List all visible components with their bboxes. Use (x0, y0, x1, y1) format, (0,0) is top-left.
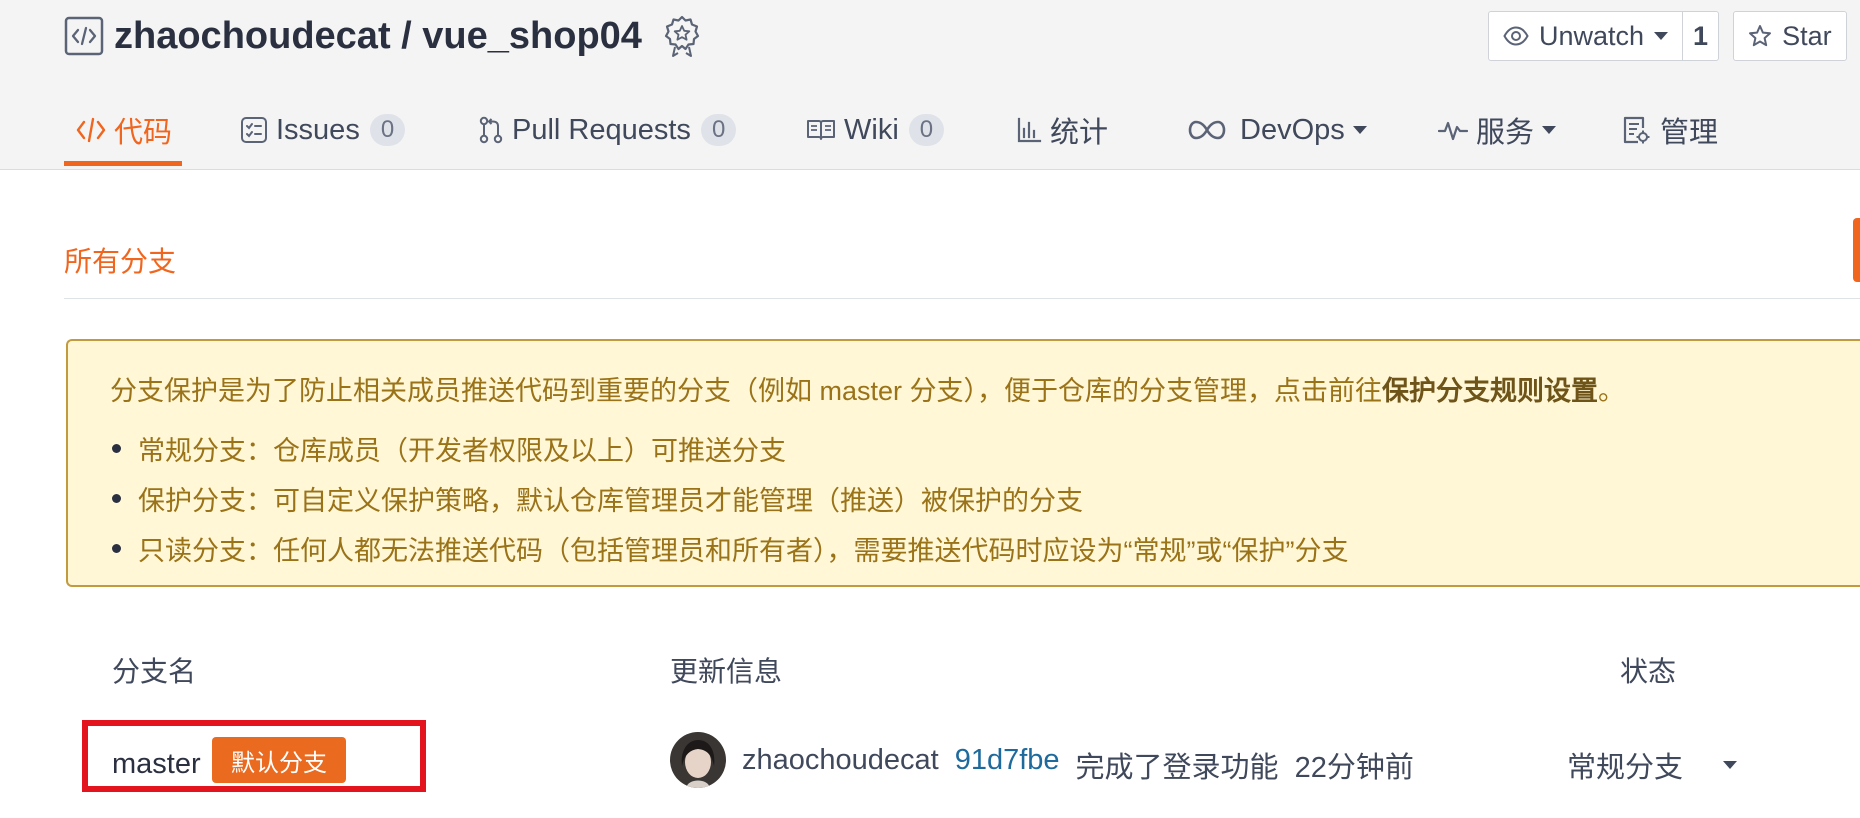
side-panel-edge (1853, 218, 1860, 282)
branch-status-value: 常规分支 (1567, 752, 1684, 784)
chevron-down-icon (1723, 761, 1738, 769)
tab-pull-requests[interactable]: Pull Requests 0 (478, 96, 737, 164)
protection-rules-link[interactable]: 保护分支规则设置 (1382, 376, 1598, 406)
issues-count-badge: 0 (369, 114, 406, 146)
bar-chart-icon (1017, 117, 1042, 143)
repo-actions: Unwatch 1 Star (1488, 11, 1860, 61)
repo-title-row: zhaochoudecat / vue_shop04 (64, 12, 702, 60)
repo-title[interactable]: zhaochoudecat / vue_shop04 (114, 15, 642, 58)
award-badge-icon[interactable] (662, 14, 702, 58)
notice-intro-text: 分支保护是为了防止相关成员推送代码到重要的分支（例如 master 分支），便于… (110, 376, 1383, 406)
code-repo-icon (64, 16, 104, 56)
table-row: master 默认分支 zhaochoudecat 91d7fbe 完成了登录功… (0, 720, 1860, 818)
chevron-down-icon (1654, 32, 1669, 40)
pulse-icon (1438, 121, 1468, 141)
notice-item-normal: 常规分支：仓库成员（开发者权限及以上）可推送分支 (110, 429, 1348, 479)
column-header-branch: 分支名 (112, 656, 197, 687)
default-branch-badge: 默认分支 (212, 737, 346, 783)
branch-status-dropdown[interactable]: 常规分支 (1567, 744, 1738, 786)
star-icon (1749, 25, 1772, 47)
tab-services[interactable]: 服务 (1438, 96, 1557, 164)
book-icon (807, 120, 835, 140)
eye-icon (1503, 26, 1529, 46)
tab-pull-requests-label: Pull Requests (512, 113, 691, 146)
tab-wiki-label: Wiki (844, 113, 899, 146)
chevron-down-icon (1542, 126, 1557, 134)
branch-protection-notice: 分支保护是为了防止相关成员推送代码到重要的分支（例如 master 分支），便于… (66, 339, 1860, 587)
tab-devops-label: DevOps (1240, 113, 1345, 146)
wiki-count-badge: 0 (908, 114, 945, 146)
notice-intro-end: 。 (1598, 376, 1626, 406)
star-button-group: Star (1733, 11, 1847, 61)
infinity-icon (1188, 120, 1226, 140)
section-title: 所有分支 (64, 246, 177, 277)
tab-devops[interactable]: DevOps (1188, 96, 1367, 164)
avatar[interactable] (670, 732, 726, 788)
issues-icon (241, 117, 267, 143)
chevron-down-icon (1352, 126, 1367, 134)
watch-count[interactable]: 1 (1682, 12, 1718, 60)
tab-issues-label: Issues (276, 113, 360, 146)
repo-header: zhaochoudecat / vue_shop04 Unwatch 1 Sta… (0, 0, 1860, 170)
active-tab-indicator (64, 161, 182, 166)
star-button[interactable]: Star (1734, 12, 1846, 60)
commit-sha-link[interactable]: 91d7fbe (955, 744, 1060, 786)
tab-code-label: 代码 (114, 117, 173, 149)
unwatch-button[interactable]: Unwatch (1489, 12, 1682, 60)
pull-requests-count-badge: 0 (700, 114, 737, 146)
watch-button-group: Unwatch 1 (1488, 11, 1720, 61)
notice-intro: 分支保护是为了防止相关成员推送代码到重要的分支（例如 master 分支），便于… (110, 369, 1625, 408)
divider (64, 298, 1860, 299)
branch-name-link[interactable]: master (112, 748, 201, 781)
tab-statistics[interactable]: 统计 (1016, 96, 1108, 164)
tab-code[interactable]: 代码 (76, 96, 172, 164)
notice-item-readonly: 只读分支：任何人都无法推送代码（包括管理员和所有者），需要推送代码时应设为“常规… (110, 529, 1348, 579)
tab-manage[interactable]: 管理 (1622, 96, 1718, 164)
column-header-status: 状态 (1620, 656, 1677, 687)
tab-manage-label: 管理 (1660, 117, 1719, 149)
unwatch-label: Unwatch (1539, 20, 1645, 51)
settings-document-icon (1623, 116, 1650, 144)
commit-info: zhaochoudecat 91d7fbe 完成了登录功能 22分钟前 (742, 744, 1414, 786)
commit-time: 22分钟前 (1294, 752, 1414, 784)
notice-list: 常规分支：仓库成员（开发者权限及以上）可推送分支 保护分支：可自定义保护策略，默… (110, 429, 1348, 579)
tab-issues[interactable]: Issues 0 (240, 96, 406, 164)
commit-author-link[interactable]: zhaochoudecat (742, 744, 939, 786)
star-label: Star (1782, 20, 1832, 51)
tab-wiki[interactable]: Wiki 0 (806, 96, 945, 164)
commit-message: 完成了登录功能 (1075, 752, 1279, 784)
tab-services-label: 服务 (1476, 117, 1535, 149)
notice-item-protected: 保护分支：可自定义保护策略，默认仓库管理员才能管理（推送）被保护的分支 (110, 479, 1348, 529)
tab-statistics-label: 统计 (1050, 117, 1109, 149)
code-icon (76, 117, 106, 143)
column-header-update: 更新信息 (670, 656, 783, 687)
pull-request-icon (479, 116, 503, 144)
